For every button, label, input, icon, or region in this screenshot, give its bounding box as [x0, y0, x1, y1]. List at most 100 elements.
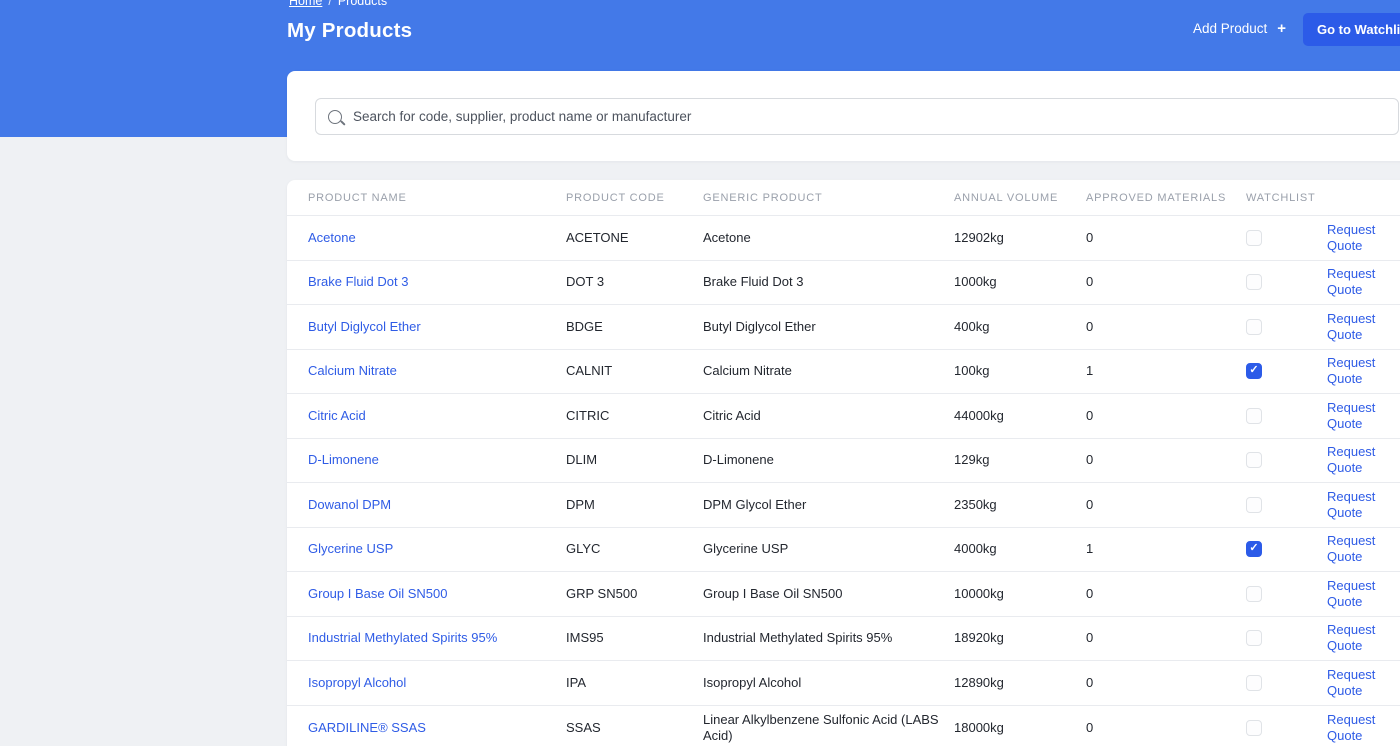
generic-product-cell: Industrial Methylated Spirits 95%: [703, 630, 893, 646]
table-row: Butyl Diglycol Ether BDGE Butyl Diglycol E…: [287, 305, 1400, 350]
product-name-link[interactable]: Citric Acid: [308, 408, 366, 423]
products-page: Home / Products My Products Add Product …: [0, 0, 1400, 746]
product-name-link[interactable]: Glycerine USP: [308, 541, 393, 556]
product-name-link[interactable]: GARDILINE® SSAS: [308, 720, 426, 735]
column-header-annual-volume: Annual Volume: [954, 191, 1059, 204]
product-name-link[interactable]: Butyl Diglycol Ether: [308, 319, 421, 334]
watchlist-checkbox[interactable]: [1246, 452, 1262, 469]
product-code-cell: DPM: [566, 496, 595, 512]
approved-materials-cell: 0: [1086, 719, 1094, 735]
product-name-cell: Industrial Methylated Spirits 95%: [308, 630, 566, 646]
product-name-cell: Citric Acid: [308, 408, 566, 424]
request-quote-link[interactable]: Request Quote: [1327, 489, 1375, 520]
approved-materials-cell: 0: [1086, 229, 1094, 245]
request-quote-link[interactable]: Request Quote: [1327, 533, 1375, 564]
product-code-cell: IMS95: [566, 630, 604, 646]
watchlist-checkbox[interactable]: [1246, 630, 1262, 647]
watchlist-checkbox[interactable]: [1246, 496, 1262, 513]
watchlist-checkbox[interactable]: [1246, 318, 1262, 335]
generic-product-cell: Linear Alkylbenzene Sulfonic Acid (LABS …: [703, 711, 939, 743]
watchlist-checkbox[interactable]: [1246, 229, 1262, 246]
request-quote-link[interactable]: Request Quote: [1327, 444, 1375, 475]
product-name-cell: Calcium Nitrate: [308, 363, 566, 379]
watchlist-cell: [1246, 630, 1327, 647]
request-quote-link[interactable]: Request Quote: [1327, 311, 1375, 342]
table-row: Dowanol DPM DPM DPM Glycol Ether 2350kg 0 Req…: [287, 483, 1400, 528]
generic-product-cell: DPM Glycol Ether: [703, 496, 807, 512]
request-quote-link[interactable]: Request Quote: [1327, 266, 1375, 297]
watchlist-cell: [1246, 452, 1327, 469]
request-quote-link[interactable]: Request Quote: [1327, 355, 1375, 386]
request-quote-link[interactable]: Request Quote: [1327, 222, 1375, 253]
actions-cell: Request Quote: [1327, 266, 1400, 299]
generic-product-cell: Butyl Diglycol Ether: [703, 318, 816, 334]
actions-cell: Request Quote: [1327, 533, 1400, 566]
request-quote-link[interactable]: Request Quote: [1327, 622, 1375, 653]
product-name-link[interactable]: Acetone: [308, 230, 356, 245]
annual-volume-cell: 4000kg: [954, 541, 997, 557]
actions-cell: Request Quote: [1327, 222, 1400, 255]
table-row: Industrial Methylated Spirits 95% IMS95 In…: [287, 617, 1400, 661]
product-name-link[interactable]: Isopropyl Alcohol: [308, 675, 406, 690]
generic-product-cell: Isopropyl Alcohol: [703, 674, 802, 690]
annual-volume-cell: 129kg: [954, 452, 990, 468]
go-to-watchlist-button[interactable]: Go to Watchlist: [1303, 13, 1400, 46]
table-row: GARDILINE® SSAS SSAS Linear Alkylbenzene S…: [287, 706, 1400, 746]
table-header-row: Product Name Product Code Generic Produc…: [287, 180, 1400, 216]
watchlist-cell: [1246, 585, 1327, 602]
product-code-cell: BDGE: [566, 318, 603, 334]
search-box[interactable]: [315, 98, 1399, 135]
approved-materials-cell: 0: [1086, 452, 1094, 468]
watchlist-cell: [1246, 541, 1327, 558]
approved-materials-cell: 0: [1086, 274, 1094, 290]
annual-volume-cell: 18920kg: [954, 630, 1004, 646]
table-row: Calcium Nitrate CALNIT Calcium Nitrate 100k…: [287, 350, 1400, 394]
generic-product-cell: Glycerine USP: [703, 541, 789, 557]
product-name-link[interactable]: Brake Fluid Dot 3: [308, 274, 408, 289]
actions-cell: Request Quote: [1327, 400, 1400, 433]
add-product-label: Add Product: [1193, 21, 1268, 36]
watchlist-checkbox[interactable]: [1246, 719, 1262, 736]
annual-volume-cell: 12902kg: [954, 229, 1004, 245]
search-icon: [328, 109, 342, 124]
watchlist-cell: [1246, 674, 1327, 691]
request-quote-link[interactable]: Request Quote: [1327, 712, 1375, 743]
product-name-link[interactable]: Group I Base Oil SN500: [308, 586, 447, 601]
approved-materials-cell: 0: [1086, 630, 1094, 646]
product-name-link[interactable]: Calcium Nitrate: [308, 363, 397, 378]
request-quote-link[interactable]: Request Quote: [1327, 400, 1375, 431]
table-row: Brake Fluid Dot 3 DOT 3 Brake Fluid Dot 3 1…: [287, 261, 1400, 305]
product-code-cell: CALNIT: [566, 363, 613, 379]
table-row: Group I Base Oil SN500 GRP SN500 Group I B…: [287, 572, 1400, 617]
table-row: Isopropyl Alcohol IPA Isopropyl Alcohol 128…: [287, 661, 1400, 706]
watchlist-checkbox[interactable]: [1246, 674, 1262, 691]
approved-materials-cell: 0: [1086, 585, 1094, 601]
search-input[interactable]: [353, 109, 1386, 124]
watchlist-checkbox[interactable]: [1246, 407, 1262, 424]
watchlist-checkbox[interactable]: [1246, 363, 1262, 380]
column-header-product-code: Product Code: [566, 191, 665, 204]
watchlist-checkbox[interactable]: [1246, 585, 1262, 602]
watchlist-cell: [1246, 407, 1327, 424]
column-header-generic-product: Generic Product: [703, 191, 823, 204]
product-name-link[interactable]: Industrial Methylated Spirits 95%: [308, 630, 497, 645]
actions-cell: Request Quote: [1327, 311, 1400, 344]
watchlist-cell: [1246, 719, 1327, 736]
watchlist-checkbox[interactable]: [1246, 541, 1262, 558]
add-product-button[interactable]: Add Product +: [1193, 20, 1286, 37]
table-row: Glycerine USP GLYC Glycerine USP 4000kg 1 Req…: [287, 528, 1400, 572]
approved-materials-cell: 1: [1086, 541, 1094, 557]
product-code-cell: GRP SN500: [566, 585, 638, 601]
breadcrumb-home-link[interactable]: Home: [289, 0, 322, 8]
product-code-cell: DLIM: [566, 452, 598, 468]
product-name-cell: GARDILINE® SSAS: [308, 720, 566, 736]
request-quote-link[interactable]: Request Quote: [1327, 578, 1375, 609]
product-name-link[interactable]: D-Limonene: [308, 452, 379, 467]
product-code-cell: IPA: [566, 674, 586, 690]
approved-materials-cell: 0: [1086, 407, 1094, 423]
request-quote-link[interactable]: Request Quote: [1327, 667, 1375, 698]
watchlist-cell: [1246, 318, 1327, 335]
watchlist-checkbox[interactable]: [1246, 274, 1262, 291]
actions-cell: Request Quote: [1327, 578, 1400, 611]
product-name-link[interactable]: Dowanol DPM: [308, 497, 391, 512]
